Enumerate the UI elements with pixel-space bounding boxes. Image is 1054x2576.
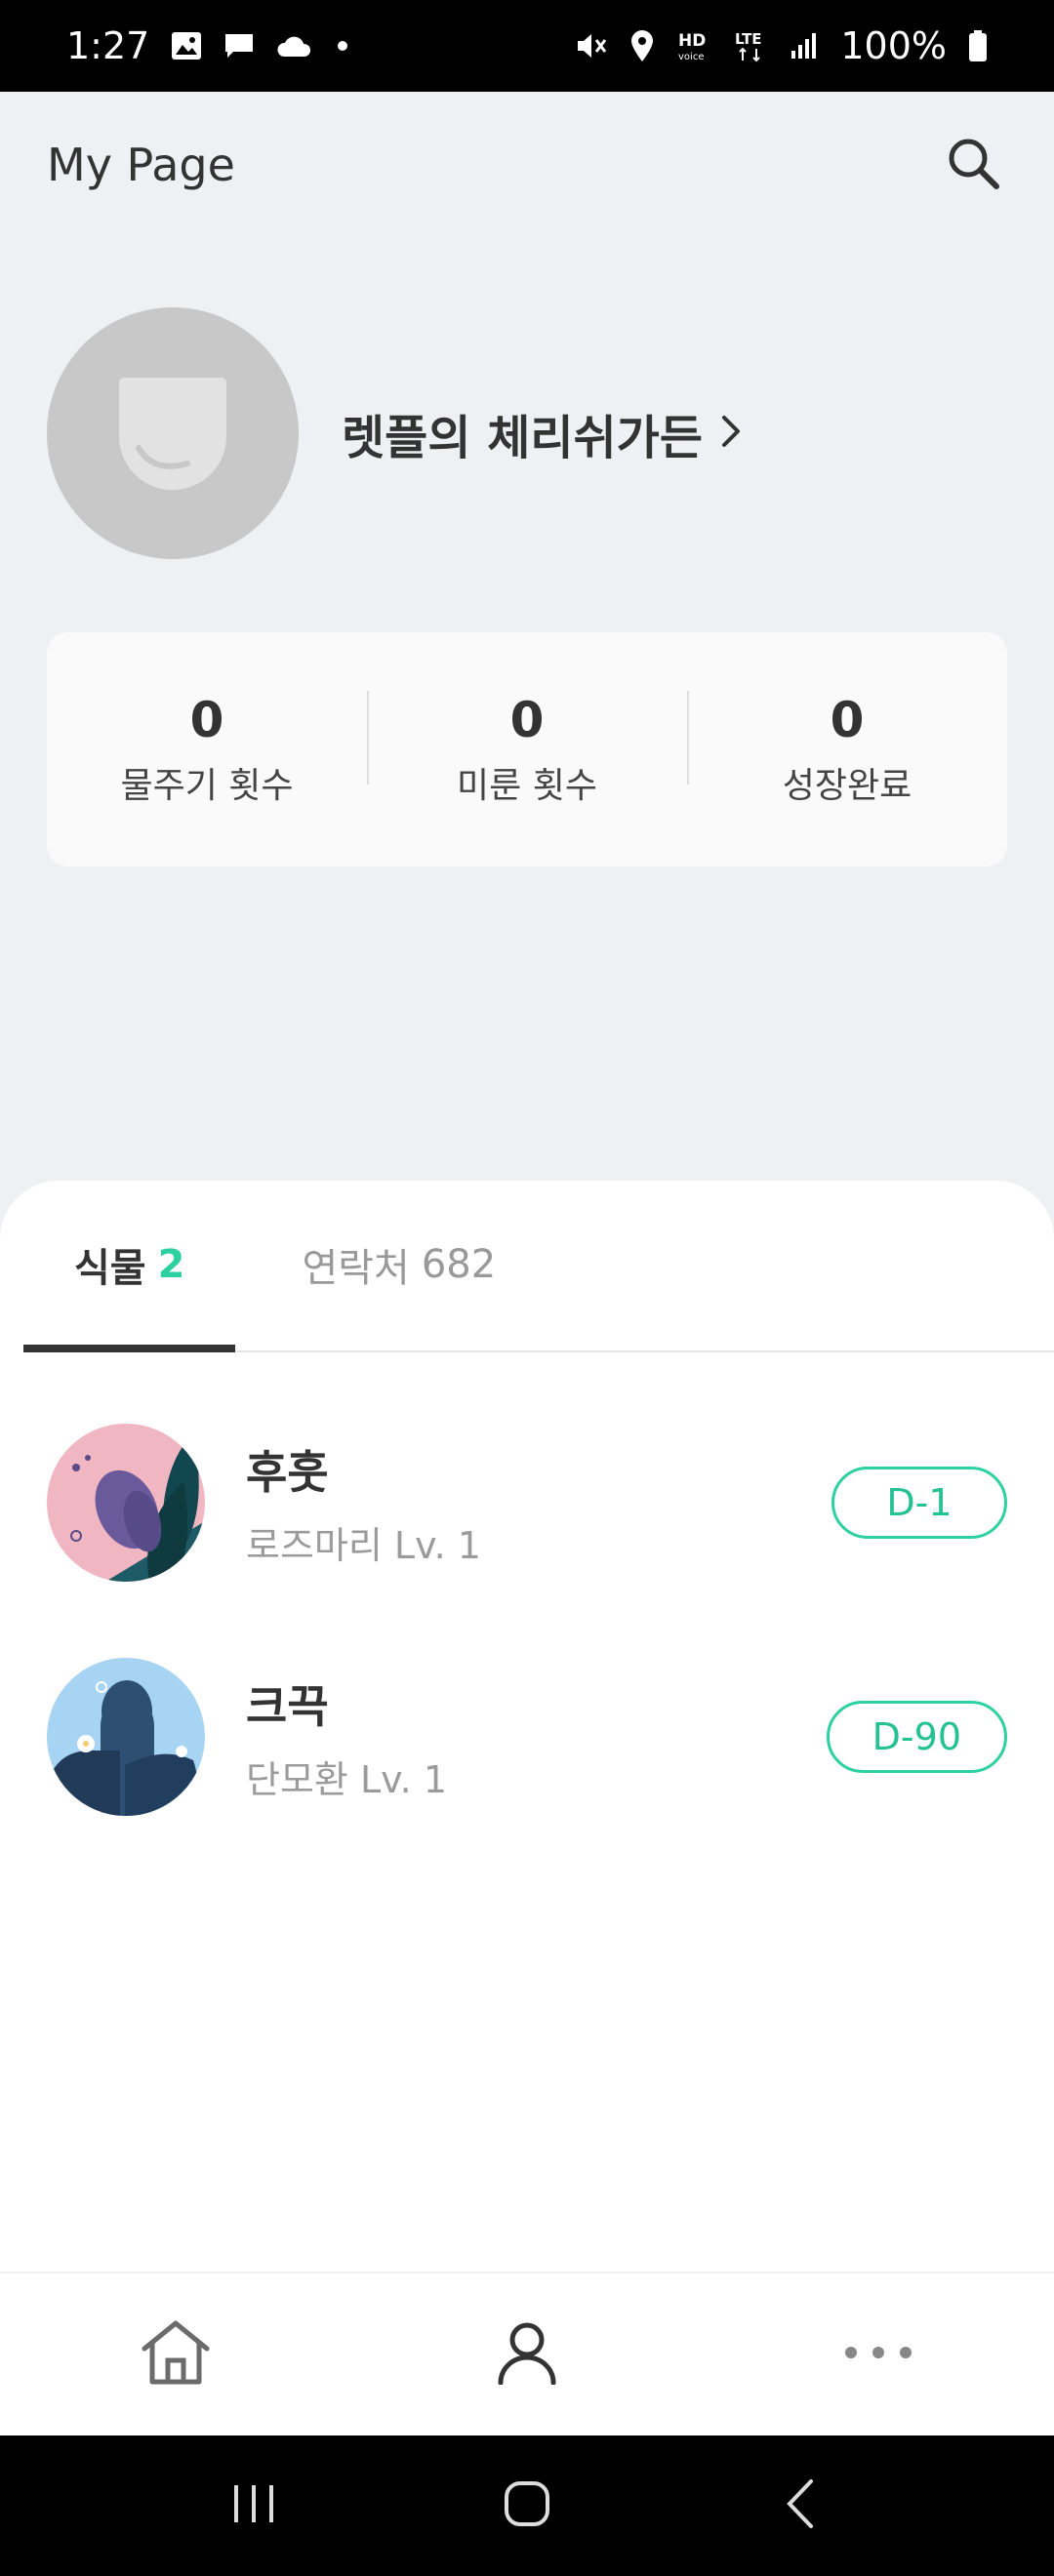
mute-icon: [575, 30, 608, 61]
stats-card: 0 물주기 횟수 0 미룬 횟수 0 성장완료: [47, 632, 1007, 866]
search-icon: [945, 135, 1001, 195]
stat-label: 성장완료: [782, 766, 912, 806]
plant-sheet: 식물 2 연락처 682 후훗 로즈마리 Lv. 1 D-1 크끅 단모환 Lv…: [0, 1181, 1054, 2274]
stat-postponed: 0 미룬 횟수: [367, 691, 687, 808]
home-icon: [139, 2317, 213, 2392]
plant-name: 후훗: [246, 1445, 329, 1499]
battery-percent: 100%: [840, 24, 947, 67]
cloud-icon: [276, 33, 311, 59]
stat-completed: 0 성장완료: [687, 691, 1007, 808]
more-icon: [841, 2343, 915, 2366]
back-button[interactable]: [751, 2457, 849, 2555]
tab-contacts[interactable]: 연락처 682: [235, 1179, 547, 1350]
back-icon: [784, 2477, 817, 2534]
chat-icon: [223, 31, 255, 60]
tab-plants[interactable]: 식물 2: [23, 1179, 236, 1352]
tab-plants-label: 식물: [74, 1246, 146, 1291]
stat-label: 미룬 횟수: [457, 766, 597, 806]
tab-contacts-label: 연락처: [302, 1246, 410, 1291]
home-circle-icon: [503, 2479, 551, 2532]
stat-watering: 0 물주기 횟수: [47, 691, 367, 808]
status-bar: 1:27 HD voice LTE 100%: [0, 0, 1054, 92]
svg-text:LTE: LTE: [735, 30, 762, 48]
plant-info: 크끅 단모환 Lv. 1: [246, 1671, 447, 1803]
plant-info: 후훗 로즈마리 Lv. 1: [246, 1437, 481, 1569]
leaf-icon: [109, 368, 236, 499]
profile-icon: [497, 2320, 557, 2389]
rosemary-thumbnail: [47, 1424, 205, 1582]
avatar[interactable]: [47, 307, 299, 559]
dot-icon: [333, 36, 352, 56]
home-system-button[interactable]: [478, 2457, 576, 2555]
system-nav-bar: [0, 2435, 1054, 2576]
stat-label: 물주기 횟수: [120, 766, 294, 806]
status-right: HD voice LTE 100%: [575, 24, 988, 67]
app-header: My Page: [0, 92, 1054, 238]
dday-badge[interactable]: D-1: [831, 1467, 1007, 1539]
status-left: 1:27: [66, 24, 352, 67]
list-item[interactable]: 크끅 단모환 Lv. 1 D-90: [0, 1620, 1054, 1854]
location-icon: [629, 29, 655, 62]
recents-button[interactable]: [205, 2457, 303, 2555]
nav-more-button[interactable]: [820, 2296, 937, 2413]
stat-value: 0: [830, 692, 865, 748]
hd-voice-icon: HD voice: [676, 29, 711, 62]
image-icon: [171, 31, 202, 60]
battery-icon: [968, 29, 988, 62]
page-title: My Page: [47, 139, 235, 191]
nav-home-button[interactable]: [117, 2296, 234, 2413]
tab-contacts-count: 682: [421, 1242, 497, 1287]
dday-badge[interactable]: D-90: [826, 1701, 1007, 1773]
bottom-nav: [0, 2272, 1054, 2435]
nav-profile-button[interactable]: [468, 2296, 586, 2413]
recents-icon: [230, 2481, 277, 2530]
tab-plants-count: 2: [157, 1242, 185, 1287]
garden-name-link[interactable]: 렛플의 체리쉬가든: [342, 399, 742, 467]
garden-name: 렛플의 체리쉬가든: [342, 411, 703, 465]
cactus-thumbnail: [47, 1658, 205, 1816]
tab-bar: 식물 2 연락처 682: [23, 1181, 1054, 1352]
search-button[interactable]: [939, 131, 1007, 199]
chevron-right-icon: [720, 406, 742, 461]
status-time: 1:27: [66, 24, 150, 67]
plant-species: 로즈마리 Lv. 1: [246, 1523, 481, 1567]
signal-icon: [790, 31, 819, 60]
list-item[interactable]: 후훗 로즈마리 Lv. 1 D-1: [0, 1386, 1054, 1620]
stat-value: 0: [509, 692, 545, 748]
svg-text:voice: voice: [678, 52, 704, 62]
plant-species: 단모환 Lv. 1: [246, 1757, 448, 1801]
svg-text:HD: HD: [678, 31, 706, 51]
stat-value: 0: [189, 692, 224, 748]
plant-name: 크끅: [246, 1679, 329, 1733]
plant-list: 후훗 로즈마리 Lv. 1 D-1 크끅 단모환 Lv. 1 D-90: [0, 1386, 1054, 1854]
lte-icon: LTE: [733, 29, 768, 62]
profile-section: 렛플의 체리쉬가든: [47, 307, 742, 559]
